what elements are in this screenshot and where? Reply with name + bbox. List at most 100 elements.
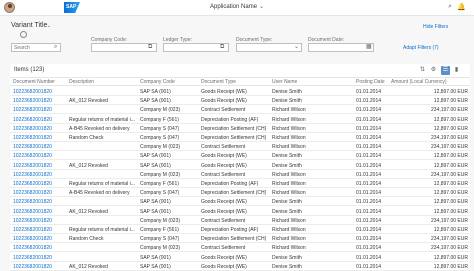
chevron-down-icon[interactable]: ⌄ <box>294 43 299 52</box>
hide-filters-link[interactable]: Hide Filters <box>423 24 448 30</box>
company-code-cell: Company F (561) <box>140 181 179 187</box>
amount-cell: 234,197.00 EUR <box>431 135 468 141</box>
document-type-cell: Goods Receipt (WE) <box>201 208 247 215</box>
notification-icon[interactable]: 🔔 <box>457 3 466 11</box>
document-number-link[interactable]: 10223682001820 <box>13 199 67 205</box>
document-type-cell: Contract Settlement <box>201 144 246 151</box>
description-cell: Regular returns of material i... <box>69 116 135 123</box>
document-type-cell: Contract Settlement <box>201 107 246 114</box>
document-number-link[interactable]: 10223682001820 <box>13 255 67 261</box>
table-row[interactable]: 10223682001820 AK_012 Revoked SAP SA (001)… <box>10 96 470 106</box>
user-name-cell: Richard Wilson <box>272 125 306 132</box>
app-title-menu[interactable]: Application Name ⌄ <box>210 3 264 10</box>
search-icon[interactable]: ⌕ <box>448 3 452 11</box>
table-row[interactable]: 10223682001820 SAP SA (001) Goods Receipt … <box>10 87 470 96</box>
table-row[interactable]: 10223682001820 AK_012 Revoked SAP SA (001)… <box>10 206 470 216</box>
column-header-posting-date[interactable]: Posting Date <box>356 79 385 85</box>
posting-date-cell: 01.01.2014 <box>356 263 382 270</box>
company-code-cell: Company F (561) <box>140 227 179 233</box>
column-header-company-code[interactable]: Company Code <box>140 79 175 85</box>
document-number-link[interactable]: 10223682001820 <box>13 264 67 270</box>
amount-cell: 234,197.00 EUR <box>431 217 468 224</box>
document-type-cell: Goods Receipt (WE) <box>201 162 247 169</box>
document-type-cell: Contract Settlement <box>201 217 246 224</box>
column-header-document-type[interactable]: Document Type <box>201 79 236 85</box>
avatar[interactable] <box>4 2 15 13</box>
document-number-link[interactable]: 10223682001820 <box>13 126 67 132</box>
table-row[interactable]: 10223682001820 Regular returns of materia… <box>10 179 470 188</box>
column-header-document-number[interactable]: Document Number <box>13 79 55 85</box>
table-row[interactable]: 10223682001820 Company M (023) Contract Se… <box>10 169 470 179</box>
document-number-link[interactable]: 10223682001820 <box>13 190 67 196</box>
table-row[interactable]: 10223682001820 AK_012 Revoked SAP SA (001)… <box>10 261 470 271</box>
value-help-icon[interactable]: ⧉ <box>220 43 224 52</box>
document-number-link[interactable]: 10223682001820 <box>13 98 67 104</box>
settings-icon[interactable]: ⚙ <box>429 66 438 75</box>
document-date-field[interactable] <box>308 43 374 52</box>
amount-cell: 12,897.00 EUR <box>433 254 468 261</box>
document-number-link[interactable]: 10223682001820 <box>13 172 67 178</box>
posting-date-cell: 01.01.2014 <box>356 125 382 132</box>
document-number-link[interactable]: 10223682001820 <box>13 163 67 169</box>
document-number-link[interactable]: 10223682001820 <box>13 89 67 95</box>
table-row[interactable]: 10223682001820 A-B45 Revoked on delivery C… <box>10 188 470 198</box>
user-name-cell: Richard Wilson <box>272 171 306 178</box>
sort-icon[interactable]: ⇅ <box>418 66 427 75</box>
user-name-cell: Richard Wilson <box>272 107 306 114</box>
company-code-cell: SAP SA (001) <box>140 263 171 270</box>
document-number-link[interactable]: 10223682001820 <box>13 236 67 242</box>
user-name-cell: Richard Wilson <box>272 245 306 252</box>
document-number-link[interactable]: 10223682001820 <box>13 117 67 123</box>
posting-date-cell: 01.01.2014 <box>356 135 382 141</box>
document-number-link[interactable]: 10223682001820 <box>13 209 67 215</box>
user-name-cell: Denise Smith <box>272 199 302 206</box>
document-number-link[interactable]: 10223682001820 <box>13 245 67 251</box>
table-row[interactable]: 10223682001820 SAP SA (001) Goods Receipt … <box>10 252 470 262</box>
user-name-cell: Denise Smith <box>272 208 302 215</box>
document-number-link[interactable]: 10223682001820 <box>13 181 67 187</box>
table-row[interactable]: 10223682001820 Company M (023) Contract Se… <box>10 105 470 115</box>
column-header-amount[interactable]: Amount (Local Currency) <box>391 79 447 85</box>
filter-status-icon <box>20 31 27 38</box>
table-row[interactable]: 10223682001820 Regular returns of materia… <box>10 225 470 234</box>
table-title: Items (123) <box>14 67 45 73</box>
adapt-filters-button[interactable]: Adapt Filters (7) <box>403 45 439 51</box>
company-code-cell: SAP SA (001) <box>140 208 171 215</box>
chevron-down-icon[interactable]: ⌄ <box>47 23 51 29</box>
document-number-link[interactable]: 10223682001820 <box>13 107 67 113</box>
user-name-cell: Denise Smith <box>272 153 302 160</box>
search-icon[interactable]: ⌕ <box>54 43 57 52</box>
calendar-icon[interactable]: ▦ <box>366 43 372 52</box>
document-number-link[interactable]: 10223682001820 <box>13 153 67 159</box>
table-row[interactable]: 10223682001820 A-B45 Revoked on delivery C… <box>10 123 470 133</box>
column-header-user-name[interactable]: User Name <box>272 79 297 85</box>
table-row[interactable]: 10223682001820 Company M (023) Contract Se… <box>10 142 470 152</box>
user-name-cell: Richard Wilson <box>272 190 306 197</box>
document-number-link[interactable]: 10223682001820 <box>13 218 67 224</box>
amount-cell: 12,897.00 EUR <box>433 153 468 160</box>
amount-cell: 12,897.00 EUR <box>433 181 468 187</box>
document-number-link[interactable]: 10223682001820 <box>13 144 67 150</box>
document-type-field[interactable] <box>236 43 302 52</box>
table-row[interactable]: 10223682001820 Regular returns of materia… <box>10 114 470 124</box>
table-row[interactable]: 10223682001820 SAP SA (001) Goods Receipt … <box>10 151 470 161</box>
user-name-cell: Denise Smith <box>272 263 302 270</box>
user-name-cell: Richard Wilson <box>272 116 306 123</box>
document-number-link[interactable]: 10223682001820 <box>13 227 67 233</box>
document-type-cell: Depreciation Settlement (CH) <box>201 190 267 197</box>
value-help-icon[interactable]: ⧉ <box>148 43 152 52</box>
table-row[interactable]: 10223682001820 AK_012 Revoked SAP SA (001)… <box>10 160 470 170</box>
table-row[interactable]: 10223682001820 SAP SA (001) Goods Receipt … <box>10 197 470 207</box>
column-header-description[interactable]: Description <box>69 79 94 85</box>
document-number-link[interactable]: 10223682001820 <box>13 135 67 141</box>
table-view-icon[interactable]: ☰ <box>441 66 450 75</box>
table-row[interactable]: 10223682001820 Random Check Company S (047… <box>10 234 470 244</box>
table-row[interactable]: 10223682001820 Company M (023) Contract Se… <box>10 243 470 253</box>
chart-view-icon[interactable]: ▮ <box>452 66 461 75</box>
variant-title[interactable]: Variant Title <box>11 22 47 29</box>
table-row[interactable]: 10223682001820 Random Check Company S (047… <box>10 133 470 142</box>
user-name-cell: Richard Wilson <box>272 227 306 233</box>
table-row[interactable]: 10223682001820 Company M (023) Contract Se… <box>10 215 470 225</box>
sap-logo[interactable]: SAP <box>64 2 80 13</box>
document-type-cell: Contract Settlement <box>201 245 246 252</box>
